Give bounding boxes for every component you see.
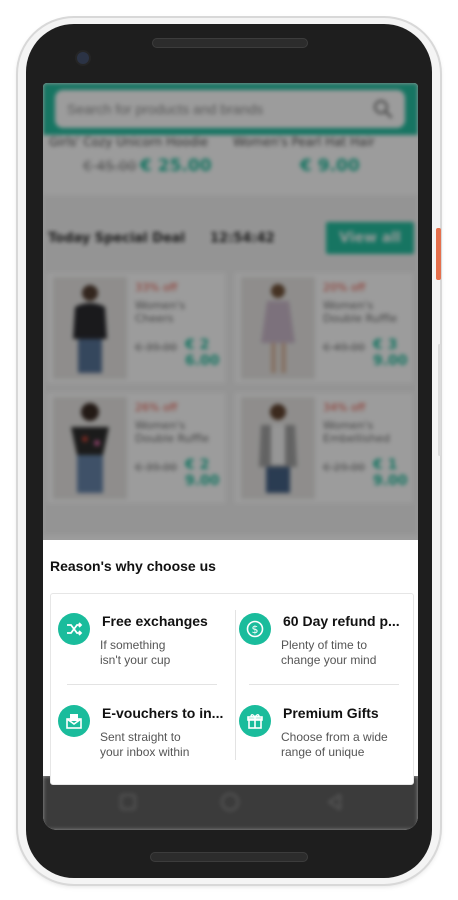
envelope-icon bbox=[58, 705, 90, 737]
dollar-refund-icon: $ bbox=[239, 613, 271, 645]
reason-description: Plenty of time to change your mind bbox=[281, 638, 411, 668]
reason-desc-line: change your mind bbox=[281, 653, 377, 667]
reason-item-free-exchanges: Free exchanges If something isn't your c… bbox=[58, 609, 228, 689]
reason-desc-line: If something bbox=[100, 638, 166, 652]
reason-title: Free exchanges bbox=[102, 613, 208, 629]
reason-item-refund: $ 60 Day refund p... Plenty of time to c… bbox=[239, 609, 409, 689]
gift-icon bbox=[239, 705, 271, 737]
reason-desc-line: your inbox within bbox=[100, 745, 190, 759]
reasons-sheet: Reason's why choose us Free exchanges If… bbox=[43, 540, 418, 785]
reason-desc-line: Choose from a wide bbox=[281, 730, 388, 744]
reason-desc-line: isn't your cup bbox=[100, 653, 171, 667]
reason-desc-line: Plenty of time to bbox=[281, 638, 368, 652]
reason-item-premium-gifts: Premium Gifts Choose from a wide range o… bbox=[239, 701, 409, 781]
volume-button[interactable] bbox=[438, 344, 441, 456]
reason-description: If something isn't your cup bbox=[100, 638, 230, 668]
front-camera bbox=[77, 52, 89, 64]
vertical-divider bbox=[235, 610, 236, 760]
earpiece-speaker bbox=[152, 38, 308, 48]
reason-desc-line: Sent straight to bbox=[100, 730, 181, 744]
reason-title: Premium Gifts bbox=[283, 705, 379, 721]
sheet-title: Reason's why choose us bbox=[50, 558, 216, 574]
reason-description: Choose from a wide range of unique bbox=[281, 730, 411, 760]
reason-item-evouchers: E-vouchers to in... Sent straight to you… bbox=[58, 701, 228, 781]
power-button[interactable] bbox=[436, 228, 441, 280]
reason-title: 60 Day refund p... bbox=[283, 613, 400, 629]
reason-desc-line: range of unique bbox=[281, 745, 365, 759]
reason-description: Sent straight to your inbox within bbox=[100, 730, 230, 760]
reasons-grid: Free exchanges If something isn't your c… bbox=[50, 593, 414, 785]
reason-title: E-vouchers to in... bbox=[102, 705, 224, 721]
shuffle-icon bbox=[58, 613, 90, 645]
phone-screen: Search for products and brands Girls' Co… bbox=[43, 83, 418, 830]
bottom-speaker bbox=[150, 852, 308, 862]
svg-text:$: $ bbox=[252, 623, 259, 636]
